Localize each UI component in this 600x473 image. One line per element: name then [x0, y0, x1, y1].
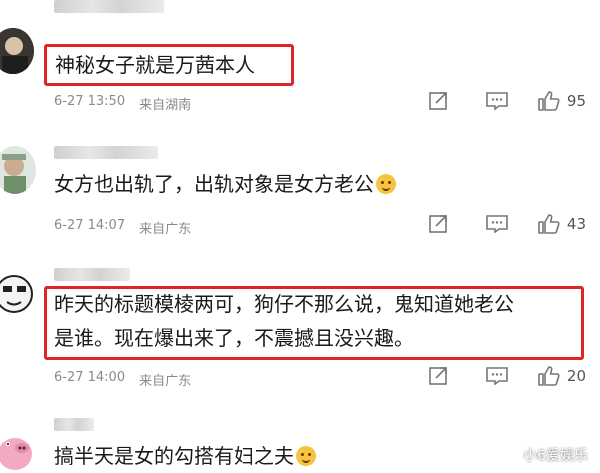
comment-meta: 6-27 13:50 来自湖南	[54, 94, 191, 113]
comment-icon	[486, 92, 508, 111]
like-button[interactable]: 95	[537, 90, 586, 112]
comment-actions: 43	[395, 213, 586, 235]
comment-text-line1: 昨天的标题模棱两可，狗仔不那么说，鬼知道她老公	[54, 292, 514, 316]
comment-time: 6-27 14:00	[54, 370, 126, 385]
grin-emoji-icon	[376, 174, 396, 194]
username-blurred[interactable]	[54, 0, 164, 13]
share-button[interactable]	[425, 90, 453, 112]
comment-meta: 6-27 14:00 来自广东	[54, 370, 191, 389]
like-button[interactable]: 20	[537, 365, 586, 387]
avatar[interactable]	[0, 424, 36, 472]
share-icon	[429, 92, 447, 110]
avatar[interactable]	[0, 270, 36, 318]
comment-location: 来自广东	[139, 374, 192, 389]
comment-text-line2: 是谁。现在爆出来了，不震撼且没兴趣。	[54, 326, 414, 350]
thumbs-up-icon	[538, 366, 560, 386]
avatar[interactable]	[0, 28, 34, 74]
comment-text: 女方也出轨了，出轨对象是女方老公	[54, 170, 396, 198]
comment-meta: 6-27 14:07 来自广东	[54, 218, 191, 237]
like-count: 43	[566, 215, 586, 233]
reply-button[interactable]	[483, 365, 511, 387]
comment-icon	[486, 367, 508, 386]
share-icon	[429, 367, 447, 385]
like-count: 95	[566, 92, 586, 110]
like-button[interactable]: 43	[537, 213, 586, 235]
comment-time: 6-27 13:50	[54, 94, 126, 109]
username-blurred[interactable]	[54, 146, 158, 159]
thumbs-up-icon	[538, 91, 560, 111]
laughing-emoji-icon	[296, 446, 316, 466]
share-icon	[429, 215, 447, 233]
comment-actions: 95	[395, 90, 586, 112]
share-button[interactable]	[425, 365, 453, 387]
comment-icon	[486, 215, 508, 234]
comment-text: 搞半天是女的勾搭有妇之夫	[54, 442, 316, 470]
watermark: 小6爱娱乐	[503, 445, 588, 465]
comment-location: 来自湖南	[139, 98, 192, 113]
comment-actions: 20	[395, 365, 586, 387]
reply-button[interactable]	[483, 213, 511, 235]
like-count: 20	[566, 367, 586, 385]
thumbs-up-icon	[538, 214, 560, 234]
share-button[interactable]	[425, 213, 453, 235]
username-blurred[interactable]	[54, 418, 94, 431]
username-blurred[interactable]	[54, 268, 130, 281]
watermark-logo-icon	[503, 447, 519, 463]
avatar[interactable]	[0, 146, 36, 194]
comment-time: 6-27 14:07	[54, 218, 126, 233]
comment-location: 来自广东	[139, 222, 192, 237]
comment-text: 神秘女子就是万茜本人	[44, 44, 294, 86]
reply-button[interactable]	[483, 90, 511, 112]
